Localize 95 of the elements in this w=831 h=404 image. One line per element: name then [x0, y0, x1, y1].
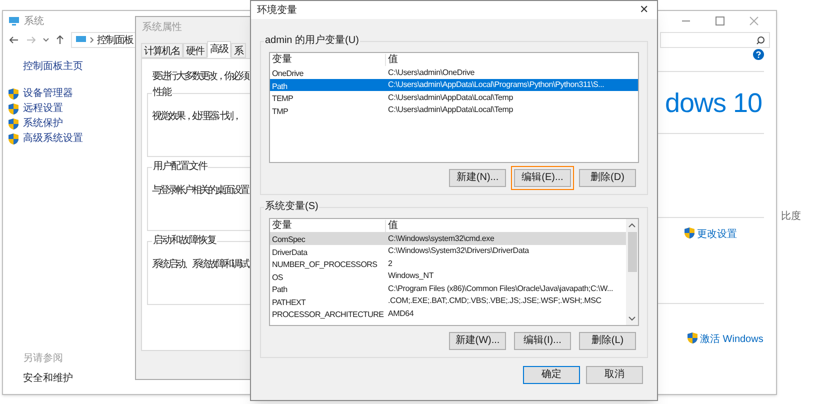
- variable-value: 2: [387, 258, 394, 269]
- variable-row[interactable]: ComSpec C:\Windows\system32\cmd.exe: [270, 232, 626, 244]
- sidebar-link[interactable]: 远程设置: [23, 101, 63, 116]
- forward-icon[interactable]: [26, 36, 36, 44]
- column-header[interactable]: 变量: [270, 54, 386, 66]
- window-title: 系统属性: [141, 20, 183, 35]
- close-icon[interactable]: [749, 16, 759, 26]
- back-icon[interactable]: [9, 36, 19, 44]
- scroll-thumb[interactable]: [628, 232, 636, 272]
- variable-name: OS: [272, 272, 283, 282]
- variable-value: Windows_NT: [387, 270, 435, 282]
- variable-name: PROCESSOR_ARCHITECTURE: [272, 310, 384, 320]
- variable-row[interactable]: PROCESSOR_ARCHITECTURE AMD64: [270, 307, 626, 320]
- variable-value: C:\Users\admin\AppData\Local\Temp: [387, 92, 514, 103]
- tab[interactable]: 系: [231, 43, 246, 58]
- scroll-up-icon[interactable]: [628, 222, 636, 230]
- group-description: 视觉效果，处理器计划，: [152, 111, 240, 122]
- dialog-title: 环境变量: [257, 4, 298, 18]
- tab[interactable]: 高级: [207, 41, 231, 58]
- variable-row[interactable]: OneDrive C:\Users\admin\OneDrive: [270, 66, 638, 78]
- maximize-icon[interactable]: [715, 16, 725, 26]
- variable-name: DriverData: [272, 248, 308, 257]
- group-title: 性能: [152, 87, 172, 99]
- sidebar-link[interactable]: 安全和维护: [8, 371, 133, 386]
- variable-row[interactable]: OS Windows_NT: [270, 270, 626, 282]
- windows-brand-text: dows 10: [665, 88, 762, 118]
- variable-value: C:\Windows\System32\Drivers\DriverData: [387, 245, 530, 256]
- variable-value: .COM;.EXE;.BAT;.CMD;.VBS;.VBE;.JS;.JSE;.WSF;.WSH;.MSC: [387, 295, 602, 306]
- variable-name: Path: [272, 82, 288, 91]
- tab[interactable]: 计算机名: [141, 43, 183, 58]
- chevron-icon: [90, 37, 94, 43]
- variable-value: C:\Users\admin\AppData\Local\Programs\Python\Python311\S...: [387, 79, 606, 90]
- background-text: 比度: [781, 210, 801, 224]
- search-field[interactable]: [660, 32, 770, 48]
- section-heading: 另请参阅: [22, 352, 64, 366]
- up-icon[interactable]: [56, 35, 64, 45]
- variable-name: ComSpec: [272, 235, 306, 244]
- activate-windows-link[interactable]: 激活 Windows: [700, 332, 764, 347]
- breadcrumb-item[interactable]: 控制面板: [97, 32, 133, 48]
- group-title: 系统变量(S): [264, 201, 320, 213]
- column-header[interactable]: 值: [386, 220, 400, 232]
- dialog-button[interactable]: 确定: [523, 366, 580, 384]
- change-settings-link[interactable]: 更改设置: [697, 227, 737, 303]
- variable-row[interactable]: TEMP C:\Users\admin\AppData\Local\Temp: [270, 91, 638, 104]
- close-button[interactable]: ✕: [637, 2, 651, 18]
- computer-icon: [8, 16, 20, 26]
- variable-row[interactable]: Path C:\Users\admin\AppData\Local\Programs\Python\Python311\S...: [270, 78, 638, 91]
- variable-value: C:\Users\admin\AppData\Local\Temp: [387, 104, 514, 116]
- group-description: 与登录帐户相关的桌面设置: [152, 185, 248, 196]
- group-description: 系统启动、系统故障和调试: [152, 259, 248, 270]
- variable-value: C:\Users\admin\OneDrive: [387, 66, 476, 78]
- variable-name: PATHEXT: [272, 298, 306, 307]
- variable-value: C:\Windows\system32\cmd.exe: [387, 232, 496, 244]
- shield-icon: [8, 102, 19, 114]
- tab[interactable]: 硬件: [183, 43, 207, 58]
- variable-row[interactable]: PATHEXT .COM;.EXE;.BAT;.CMD;.VBS;.VBE;.JS;.JSE;.WSF;.WSH;.MSC: [270, 294, 626, 307]
- sidebar-link[interactable]: 高级系统设置: [23, 131, 83, 146]
- group-title: admin 的用户变量(U): [264, 35, 360, 47]
- dialog-button[interactable]: 新建(N)...: [446, 166, 509, 190]
- sidebar-link[interactable]: 设备管理器: [23, 86, 73, 101]
- variable-row[interactable]: NUMBER_OF_PROCESSORS 2: [270, 257, 626, 270]
- column-header[interactable]: 值: [386, 54, 400, 66]
- sidebar-link[interactable]: 控制面板主页: [8, 59, 133, 74]
- variable-value: C:\Program Files (x86)\Common Files\Oracle\Java\javapath;C:\W...: [387, 282, 614, 294]
- variable-name: TEMP: [272, 94, 294, 104]
- search-icon: [756, 36, 765, 44]
- caret-icon[interactable]: [43, 38, 49, 42]
- computer-icon: [75, 35, 87, 45]
- scrollbar[interactable]: [626, 219, 638, 325]
- shield-icon: [8, 118, 19, 130]
- dialog-button[interactable]: 编辑(E)...: [511, 166, 574, 190]
- instruction-text: 要进行大多数更改，你必须: [152, 70, 250, 84]
- dialog-button[interactable]: 删除(D): [576, 166, 639, 190]
- scroll-down-icon[interactable]: [628, 314, 636, 322]
- variable-row[interactable]: DriverData C:\Windows\System32\Drivers\DriverData: [270, 244, 626, 257]
- variable-name: OneDrive: [272, 69, 304, 78]
- shield-icon: [8, 132, 19, 144]
- variable-name: TMP: [272, 106, 288, 116]
- variable-name: NUMBER_OF_PROCESSORS: [272, 260, 378, 270]
- dialog-button[interactable]: 取消: [586, 366, 643, 384]
- window-title: 系统: [24, 14, 44, 28]
- dialog-button[interactable]: 新建(W)...: [446, 329, 509, 353]
- sidebar-link[interactable]: 系统保护: [23, 116, 63, 131]
- shield-icon: [8, 88, 19, 100]
- shield-icon: [684, 227, 695, 239]
- group-title: 启动和故障恢复: [152, 235, 217, 247]
- dialog-button[interactable]: 删除(L): [576, 329, 639, 353]
- group-title: 用户配置文件: [152, 161, 208, 173]
- variable-row[interactable]: Path C:\Program Files (x86)\Common Files\Oracle\Java\javapath;C:\W...: [270, 282, 626, 294]
- variable-value: AMD64: [387, 308, 415, 319]
- shield-icon: [687, 332, 698, 344]
- variable-name: Path: [272, 285, 288, 294]
- help-icon[interactable]: [753, 49, 764, 60]
- variable-row[interactable]: TMP C:\Users\admin\AppData\Local\Temp: [270, 104, 638, 116]
- dialog-button[interactable]: 编辑(I)...: [511, 329, 574, 353]
